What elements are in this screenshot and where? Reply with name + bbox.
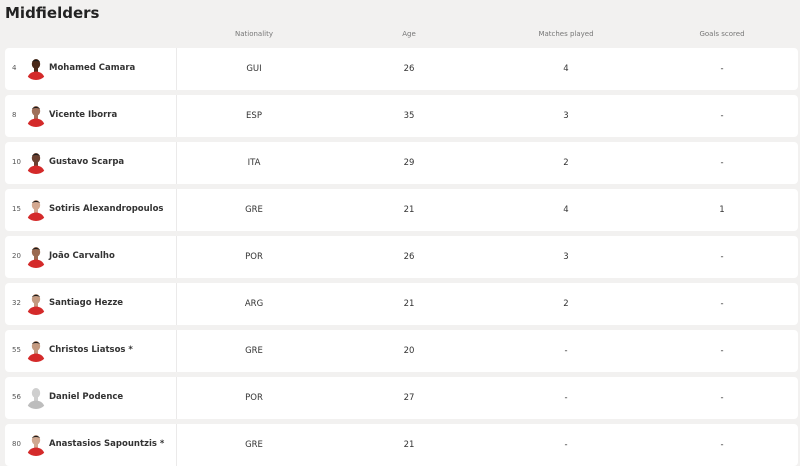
- section-title: Midfielders: [5, 4, 100, 22]
- column-divider: [176, 424, 177, 466]
- player-row[interactable]: 80 Anastasios Sapountzis * GRE 21 - -: [5, 424, 798, 466]
- player-matches: 4: [563, 205, 569, 215]
- player-number: 8: [12, 111, 17, 119]
- player-nationality: GRE: [245, 440, 263, 450]
- header-matches-played: Matches played: [538, 30, 594, 38]
- player-nationality: GUI: [246, 64, 262, 74]
- player-name[interactable]: Anastasios Sapountzis *: [49, 439, 164, 449]
- player-row[interactable]: 4 Mohamed Camara GUI 26 4 -: [5, 48, 798, 90]
- player-number: 4: [12, 64, 17, 72]
- player-age: 21: [403, 440, 415, 450]
- player-row[interactable]: 55 Christos Liatsos * GRE 20 - -: [5, 330, 798, 372]
- player-matches: -: [564, 440, 568, 450]
- player-name[interactable]: Santiago Hezze: [49, 298, 123, 308]
- player-row[interactable]: 10 Gustavo Scarpa ITA 29 2 -: [5, 142, 798, 184]
- column-divider: [176, 330, 177, 372]
- player-age: 29: [403, 158, 415, 168]
- player-matches: 3: [563, 111, 569, 121]
- player-age: 27: [403, 393, 415, 403]
- column-divider: [176, 48, 177, 90]
- player-nationality: GRE: [245, 205, 263, 215]
- player-goals: 1: [719, 205, 725, 215]
- player-goals: -: [720, 252, 724, 262]
- column-divider: [176, 236, 177, 278]
- player-number: 55: [12, 346, 21, 354]
- player-avatar: [24, 244, 48, 268]
- player-number: 56: [12, 393, 21, 401]
- player-row[interactable]: 15 Sotiris Alexandropoulos GRE 21 4 1: [5, 189, 798, 231]
- player-avatar: [24, 385, 48, 409]
- player-goals: -: [720, 393, 724, 403]
- player-nationality: ITA: [247, 158, 261, 168]
- player-name[interactable]: Sotiris Alexandropoulos: [49, 204, 164, 214]
- player-row[interactable]: 56 Daniel Podence POR 27 - -: [5, 377, 798, 419]
- player-name[interactable]: Gustavo Scarpa: [49, 157, 124, 167]
- player-matches: 2: [563, 158, 569, 168]
- player-row[interactable]: 32 Santiago Hezze ARG 21 2 -: [5, 283, 798, 325]
- player-goals: -: [720, 64, 724, 74]
- column-divider: [176, 377, 177, 419]
- player-avatar: [24, 338, 48, 362]
- player-goals: -: [720, 299, 724, 309]
- player-nationality: GRE: [245, 346, 263, 356]
- player-number: 20: [12, 252, 21, 260]
- player-age: 20: [403, 346, 415, 356]
- player-age: 35: [403, 111, 415, 121]
- column-divider: [176, 283, 177, 325]
- player-row[interactable]: 8 Vicente Iborra ESP 35 3 -: [5, 95, 798, 137]
- header-nationality: Nationality: [234, 30, 274, 38]
- player-avatar: [24, 56, 48, 80]
- player-name[interactable]: Mohamed Camara: [49, 63, 135, 73]
- player-age: 21: [403, 299, 415, 309]
- header-age: Age: [402, 30, 416, 38]
- player-matches: 4: [563, 64, 569, 74]
- player-avatar: [24, 432, 48, 456]
- player-matches: -: [564, 346, 568, 356]
- column-divider: [176, 189, 177, 231]
- player-goals: -: [720, 111, 724, 121]
- player-number: 10: [12, 158, 21, 166]
- player-nationality: ESP: [246, 111, 262, 121]
- player-matches: -: [564, 393, 568, 403]
- header-goals-scored: Goals scored: [699, 30, 745, 38]
- player-name[interactable]: Daniel Podence: [49, 392, 123, 402]
- player-nationality: ARG: [244, 299, 264, 309]
- player-age: 21: [403, 205, 415, 215]
- player-avatar: [24, 197, 48, 221]
- player-avatar: [24, 291, 48, 315]
- player-nationality: POR: [245, 393, 263, 403]
- player-goals: -: [720, 158, 724, 168]
- player-name[interactable]: Vicente Iborra: [49, 110, 117, 120]
- player-goals: -: [720, 440, 724, 450]
- player-goals: -: [720, 346, 724, 356]
- player-matches: 2: [563, 299, 569, 309]
- player-age: 26: [403, 252, 415, 262]
- column-divider: [176, 95, 177, 137]
- player-avatar: [24, 150, 48, 174]
- player-matches: 3: [563, 252, 569, 262]
- player-number: 32: [12, 299, 21, 307]
- player-name[interactable]: João Carvalho: [49, 251, 115, 261]
- player-number: 80: [12, 440, 21, 448]
- player-avatar: [24, 103, 48, 127]
- player-age: 26: [403, 64, 415, 74]
- player-nationality: POR: [245, 252, 263, 262]
- player-name[interactable]: Christos Liatsos *: [49, 345, 133, 355]
- player-row[interactable]: 20 João Carvalho POR 26 3 -: [5, 236, 798, 278]
- column-divider: [176, 142, 177, 184]
- player-number: 15: [12, 205, 21, 213]
